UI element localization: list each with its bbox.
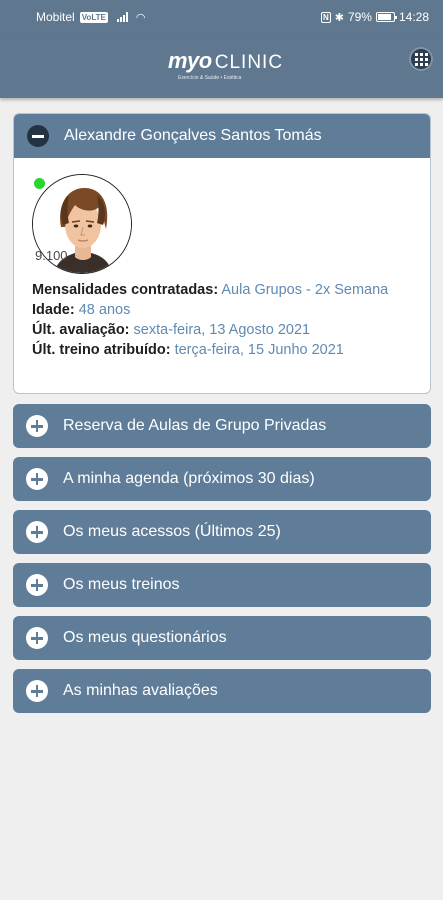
section-my-questionnaires[interactable]: Os meus questionários bbox=[13, 616, 431, 660]
clock: 14:28 bbox=[398, 10, 429, 24]
profile-details: Mensalidades contratadas: Aula Grupos - … bbox=[32, 280, 416, 360]
last-training-row: Últ. treino atribuído: terça-feira, 15 J… bbox=[32, 340, 416, 360]
bluetooth-icon: ✱ bbox=[334, 11, 344, 24]
section-my-agenda[interactable]: A minha agenda (próximos 30 dias) bbox=[13, 457, 431, 501]
section-label: Os meus questionários bbox=[63, 629, 227, 646]
last-training-label: Últ. treino atribuído: bbox=[32, 342, 171, 358]
expand-icon bbox=[26, 574, 48, 596]
expand-icon bbox=[26, 680, 48, 702]
member-code: 9.100 bbox=[35, 248, 68, 263]
signal-icon bbox=[116, 12, 128, 22]
wifi-icon: ◠ bbox=[135, 11, 146, 24]
expand-icon bbox=[26, 468, 48, 490]
logo-tagline: Exercício & Saúde • Estética bbox=[178, 75, 242, 81]
section-label: Os meus treinos bbox=[63, 576, 180, 593]
section-group-class-booking[interactable]: Reserva de Aulas de Grupo Privadas bbox=[13, 404, 431, 448]
logo-myo-text: myo bbox=[168, 48, 212, 73]
volte-badge: VoLTE bbox=[79, 11, 108, 23]
grid-menu-button[interactable] bbox=[409, 47, 433, 71]
profile-panel: Alexandre Gonçalves Santos Tomás 9.100 M… bbox=[13, 113, 431, 394]
battery-icon bbox=[375, 12, 397, 22]
status-bar: Mobitel VoLTE ◠ N ✱ 79% 14:28 bbox=[0, 0, 443, 34]
expand-icon bbox=[26, 415, 48, 437]
last-evaluation-label: Últ. avaliação: bbox=[32, 322, 130, 338]
section-my-accesses[interactable]: Os meus acessos (Últimos 25) bbox=[13, 510, 431, 554]
section-label: Os meus acessos (Últimos 25) bbox=[63, 523, 281, 540]
expand-icon bbox=[26, 627, 48, 649]
collapse-icon bbox=[27, 125, 49, 147]
avatar: 9.100 bbox=[32, 174, 132, 274]
nfc-icon: N bbox=[320, 11, 331, 23]
contract-value: Aula Grupos - 2x Semana bbox=[221, 282, 389, 298]
section-my-trainings[interactable]: Os meus treinos bbox=[13, 563, 431, 607]
battery-percent: 79% bbox=[347, 10, 372, 24]
app-header: myo CLINIC Exercício & Saúde • Estética bbox=[0, 34, 443, 98]
expand-icon bbox=[26, 521, 48, 543]
carrier-name: Mobitel bbox=[36, 10, 75, 24]
last-training-value: terça-feira, 15 Junho 2021 bbox=[174, 342, 344, 358]
last-evaluation-row: Últ. avaliação: sexta-feira, 13 Agosto 2… bbox=[32, 320, 416, 340]
profile-panel-header[interactable]: Alexandre Gonçalves Santos Tomás bbox=[14, 114, 430, 158]
age-value: 48 anos bbox=[78, 302, 131, 318]
myoclinic-logo: myo CLINIC Exercício & Saúde • Estética bbox=[168, 48, 282, 88]
age-label: Idade: bbox=[32, 302, 75, 318]
contract-label: Mensalidades contratadas: bbox=[32, 282, 219, 298]
logo-clinic-text: CLINIC bbox=[214, 52, 284, 73]
section-label: Reserva de Aulas de Grupo Privadas bbox=[63, 417, 327, 434]
section-label: As minhas avaliações bbox=[63, 682, 218, 699]
section-label: A minha agenda (próximos 30 dias) bbox=[63, 470, 315, 487]
last-evaluation-value: sexta-feira, 13 Agosto 2021 bbox=[133, 322, 311, 338]
contract-row: Mensalidades contratadas: Aula Grupos - … bbox=[32, 280, 416, 300]
section-my-evaluations[interactable]: As minhas avaliações bbox=[13, 669, 431, 713]
age-row: Idade: 48 anos bbox=[32, 300, 416, 320]
online-status-indicator bbox=[34, 178, 45, 189]
profile-name: Alexandre Gonçalves Santos Tomás bbox=[64, 127, 322, 144]
